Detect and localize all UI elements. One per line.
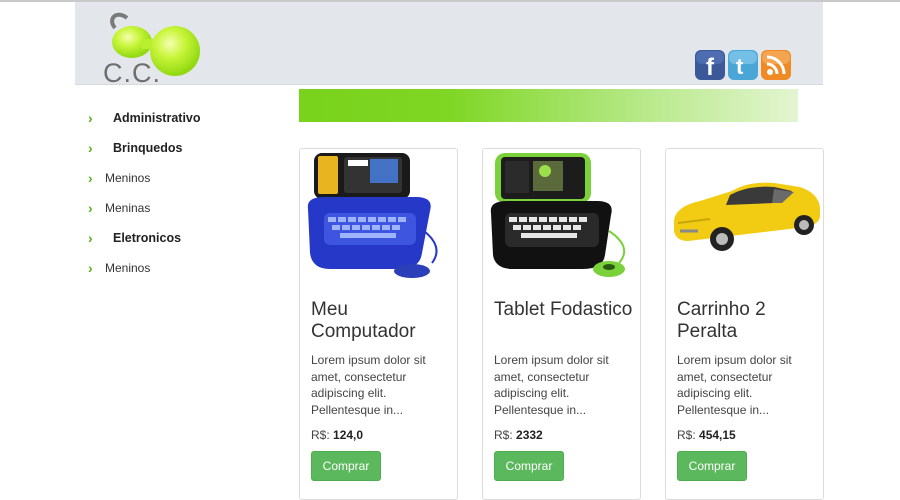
sidebar-item-label: Meninos bbox=[105, 261, 151, 275]
product-title[interactable]: Meu Computador bbox=[311, 299, 451, 343]
buy-button[interactable]: Comprar bbox=[677, 451, 747, 481]
sidebar-item-eletronicos[interactable]: › Eletronicos bbox=[88, 228, 181, 248]
svg-text:f: f bbox=[706, 54, 715, 80]
chevron-right-icon: › bbox=[88, 140, 93, 156]
blue-toy-laptop-image[interactable] bbox=[304, 151, 452, 279]
sidebar-item-label: Brinquedos bbox=[113, 141, 183, 155]
buy-button[interactable]: Comprar bbox=[494, 451, 564, 481]
price-prefix: R$: bbox=[494, 428, 513, 442]
chevron-right-icon: › bbox=[88, 230, 93, 246]
price-value: 454,15 bbox=[699, 428, 736, 442]
price-prefix: R$: bbox=[677, 428, 696, 442]
site-header: C.C. f t bbox=[75, 2, 823, 88]
sidebar-item-label: Meninas bbox=[105, 201, 151, 215]
black-green-toy-laptop-image[interactable] bbox=[487, 151, 635, 279]
product-card: Carrinho 2 Peralta Lorem ipsum dolor sit… bbox=[665, 148, 824, 500]
twitter-icon[interactable]: t bbox=[728, 50, 758, 80]
rss-icon[interactable] bbox=[761, 50, 791, 80]
logo-text: C.C. bbox=[103, 58, 161, 88]
chevron-right-icon: › bbox=[88, 170, 93, 186]
sidebar-item-meninos[interactable]: › Meninos bbox=[88, 168, 150, 188]
product-card: Tablet Fodastico Lorem ipsum dolor sit a… bbox=[482, 148, 641, 500]
price-value: 124,0 bbox=[333, 428, 364, 442]
product-card: Meu Computador Lorem ipsum dolor sit ame… bbox=[299, 148, 458, 500]
sidebar-item-label: Administrativo bbox=[113, 111, 201, 125]
yellow-toy-car-image[interactable] bbox=[670, 151, 820, 279]
green-banner bbox=[299, 89, 798, 122]
price-value: 2332 bbox=[516, 428, 543, 442]
sidebar-item-label: Eletronicos bbox=[113, 231, 182, 245]
buy-button[interactable]: Comprar bbox=[311, 451, 381, 481]
product-title[interactable]: Tablet Fodastico bbox=[494, 299, 634, 321]
chevron-right-icon: › bbox=[88, 110, 93, 126]
product-description: Lorem ipsum dolor sit amet, consectetur … bbox=[677, 353, 792, 417]
sidebar-item-label: Meninos bbox=[105, 171, 151, 185]
sidebar-item-meninos-eletronicos[interactable]: › Meninos bbox=[88, 258, 150, 278]
sidebar-item-administrativo[interactable]: › Administrativo bbox=[88, 108, 201, 128]
price-prefix: R$: bbox=[311, 428, 330, 442]
product-price: R$: 454,15 bbox=[677, 428, 736, 442]
product-price: R$: 2332 bbox=[494, 428, 543, 442]
site-logo[interactable]: C.C. bbox=[87, 6, 217, 88]
sidebar-item-brinquedos[interactable]: › Brinquedos bbox=[88, 138, 182, 158]
chevron-right-icon: › bbox=[88, 260, 93, 276]
sidebar-item-meninas[interactable]: › Meninas bbox=[88, 198, 150, 218]
product-title[interactable]: Carrinho 2 Peralta bbox=[677, 299, 817, 343]
chevron-right-icon: › bbox=[88, 200, 93, 216]
facebook-icon[interactable]: f bbox=[695, 50, 725, 80]
svg-text:t: t bbox=[736, 54, 744, 79]
product-description: Lorem ipsum dolor sit amet, consectetur … bbox=[494, 353, 609, 417]
product-description: Lorem ipsum dolor sit amet, consectetur … bbox=[311, 353, 426, 417]
product-price: R$: 124,0 bbox=[311, 428, 363, 442]
